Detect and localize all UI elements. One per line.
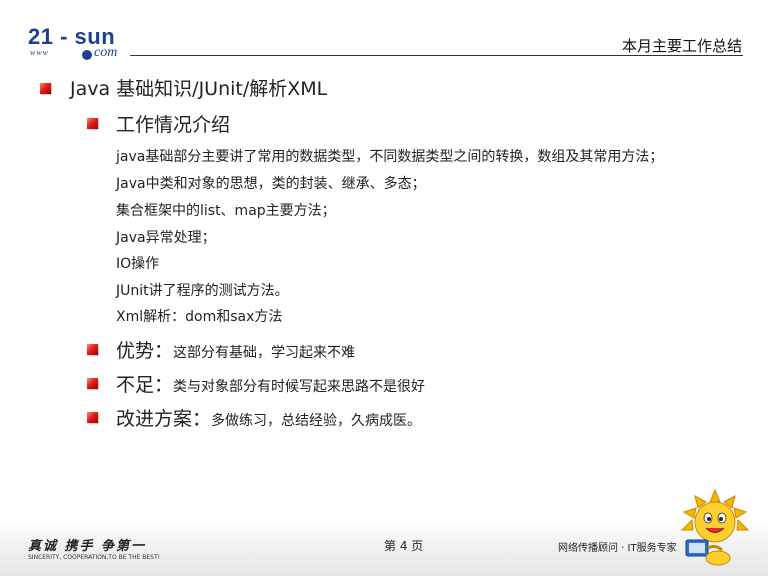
section-heading: Java 基础知识/JUnit/解析XML xyxy=(70,78,328,100)
globe-icon xyxy=(82,50,92,60)
logo-www: www xyxy=(30,48,50,57)
company-logo: 21 - sun www com xyxy=(28,24,128,60)
detail-line: Java中类和对象的思想，类的封装、继承、多态； xyxy=(116,176,426,192)
bullet-icon xyxy=(40,83,51,94)
detail-line: IO操作 xyxy=(116,256,160,272)
work-title: 工作情况介绍 xyxy=(116,114,231,136)
footer-tagline: 网络传播顾问 · IT服务专家 xyxy=(558,543,677,554)
shortcoming-text: 类与对象部分有时候写起来思路不是很好 xyxy=(173,379,426,395)
improvement-text: 多做练习，总结经验，久病成医。 xyxy=(211,413,422,429)
logo-com: com xyxy=(94,45,118,60)
detail-line: 集合框架中的list、map主要方法； xyxy=(116,203,336,219)
detail-line: java基础部分主要讲了常用的数据类型，不同数据类型之间的转换，数组及其常用方法… xyxy=(116,149,664,165)
bullet-icon xyxy=(87,118,98,129)
advantage-text: 这部分有基础，学习起来不难 xyxy=(173,345,356,361)
footer-slogan: 真诚 携手 争第一 xyxy=(28,539,147,554)
page-number: 第 4 页 xyxy=(384,539,424,553)
bullet-icon xyxy=(87,344,98,355)
improvement-label: 改进方案： xyxy=(116,408,212,430)
bullet-icon xyxy=(87,378,98,389)
sun-mascot-icon xyxy=(680,488,750,566)
detail-line: JUnit讲了程序的测试方法。 xyxy=(116,283,289,299)
footer-slogan-en: SINCERITY, COOPERATION,TO BE THE BEST! xyxy=(28,554,161,561)
detail-line: Xml解析：dom和sax方法 xyxy=(116,309,283,325)
advantage-label: 优势： xyxy=(116,340,174,362)
shortcoming-label: 不足： xyxy=(116,374,174,396)
shortcoming-item: 不足：类与对象部分有时候写起来思路不是很好 xyxy=(116,370,425,397)
bullet-icon xyxy=(87,412,98,423)
slide-title: 本月主要工作总结 xyxy=(621,37,742,55)
improvement-item: 改进方案：多做练习，总结经验，久病成医。 xyxy=(116,404,421,431)
advantage-item: 优势：这部分有基础，学习起来不难 xyxy=(116,336,355,363)
detail-line: Java异常处理； xyxy=(116,230,216,246)
